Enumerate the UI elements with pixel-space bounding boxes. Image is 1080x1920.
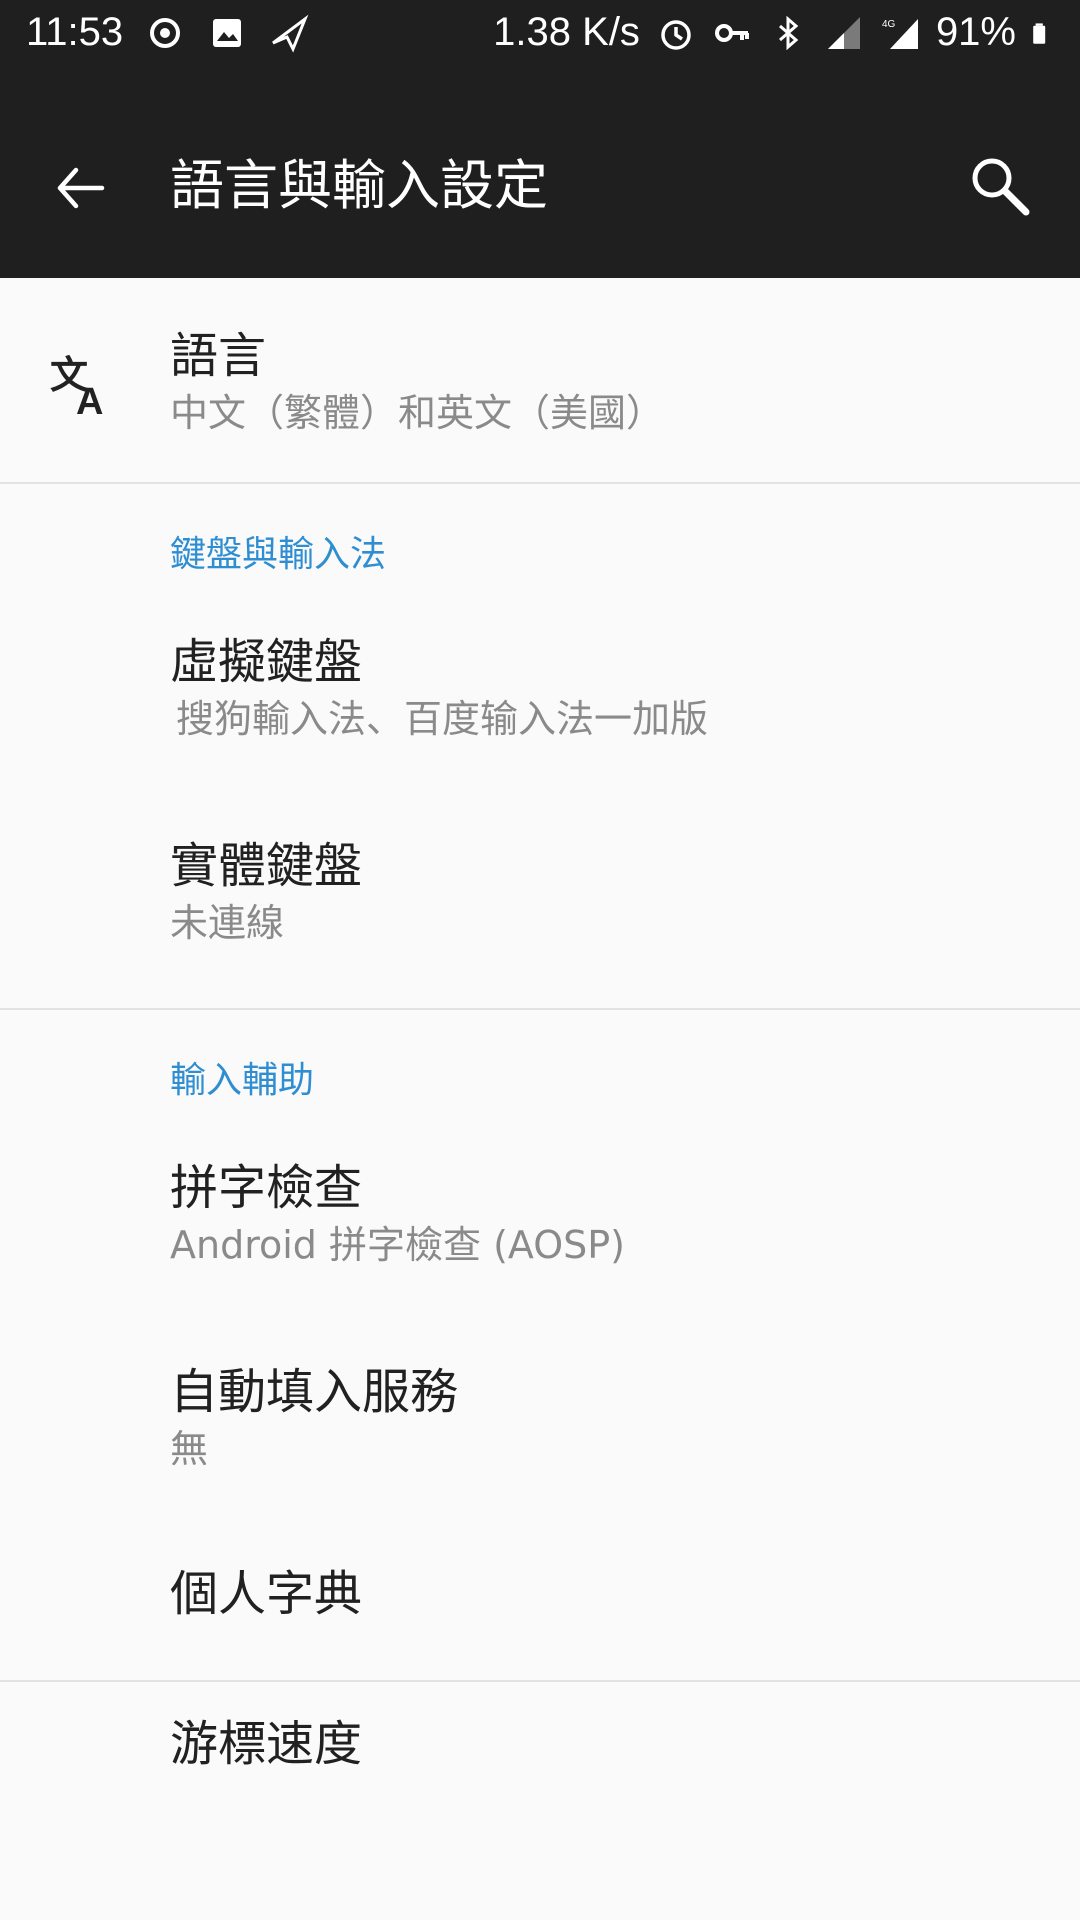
image-icon bbox=[213, 18, 242, 47]
autofill-service-subtitle: 無 bbox=[170, 1427, 209, 1471]
status-left: 11:53 bbox=[26, 10, 309, 55]
status-time: 11:53 bbox=[26, 10, 124, 54]
status-right: 1.38 K/s 4G 91% bbox=[493, 10, 1056, 55]
send-icon bbox=[272, 14, 309, 53]
autofill-service-title: 自動填入服務 bbox=[170, 1364, 459, 1420]
svg-text:A: A bbox=[76, 381, 103, 420]
section-header-input-assist: 輸入輔助 bbox=[170, 1060, 315, 1101]
status-net-speed: 1.38 K/s bbox=[493, 10, 640, 54]
virtual-keyboard-item[interactable]: 虛擬鍵盤 搜狗輸入法、百度输入法一加版 bbox=[0, 598, 1080, 802]
section-input-assist: 輸入輔助 bbox=[0, 1010, 1080, 1124]
key-icon bbox=[714, 23, 749, 42]
page-title: 語言與輸入設定 bbox=[170, 154, 548, 217]
section-keyboard-input: 鍵盤與輸入法 bbox=[0, 484, 1080, 598]
bluetooth-icon bbox=[778, 15, 799, 50]
status-battery-percent: 91% bbox=[935, 10, 1016, 54]
pointer-speed-title: 游標速度 bbox=[170, 1716, 363, 1772]
section-header-keyboard: 鍵盤與輸入法 bbox=[170, 534, 387, 575]
language-item[interactable]: 文 A 語言 中文（繁體）和英文（美國） bbox=[0, 278, 1080, 482]
back-arrow-icon[interactable] bbox=[50, 158, 110, 218]
spell-check-title: 拼字檢查 bbox=[170, 1160, 363, 1216]
status-bar: 11:53 1.38 K/s 4G 91% bbox=[0, 0, 1080, 66]
svg-text:4G: 4G bbox=[882, 19, 896, 30]
settings-list: 文 A 語言 中文（繁體）和英文（美國） 鍵盤與輸入法 虛擬鍵盤 搜狗輸入法、百… bbox=[0, 278, 1080, 1832]
app-bar: 語言與輸入設定 bbox=[0, 66, 1080, 278]
pointer-speed-item[interactable]: 游標速度 bbox=[0, 1682, 1080, 1832]
sync-icon bbox=[150, 17, 181, 48]
physical-keyboard-title: 實體鍵盤 bbox=[170, 838, 363, 894]
virtual-keyboard-subtitle: 搜狗輸入法、百度输入法一加版 bbox=[176, 697, 709, 741]
personal-dictionary-item[interactable]: 個人字典 bbox=[0, 1532, 1080, 1680]
personal-dictionary-title: 個人字典 bbox=[170, 1566, 363, 1622]
search-icon[interactable] bbox=[966, 152, 1034, 220]
language-subtitle: 中文（繁體）和英文（美國） bbox=[170, 391, 665, 435]
virtual-keyboard-title: 虛擬鍵盤 bbox=[170, 634, 363, 690]
signal-icon bbox=[827, 16, 860, 49]
translate-icon: 文 A bbox=[50, 353, 103, 420]
battery-icon bbox=[1033, 22, 1046, 44]
autofill-service-item[interactable]: 自動填入服務 無 bbox=[0, 1328, 1080, 1532]
spell-check-item[interactable]: 拼字檢查 Android 拼字檢查 (AOSP) bbox=[0, 1124, 1080, 1328]
physical-keyboard-item[interactable]: 實體鍵盤 未連線 bbox=[0, 802, 1080, 1008]
spell-check-subtitle: Android 拼字檢查 (AOSP) bbox=[170, 1223, 625, 1267]
signal-4g-icon: 4G bbox=[882, 18, 918, 49]
language-title: 語言 bbox=[170, 328, 267, 384]
physical-keyboard-subtitle: 未連線 bbox=[170, 901, 285, 945]
alarm-icon bbox=[661, 19, 691, 50]
